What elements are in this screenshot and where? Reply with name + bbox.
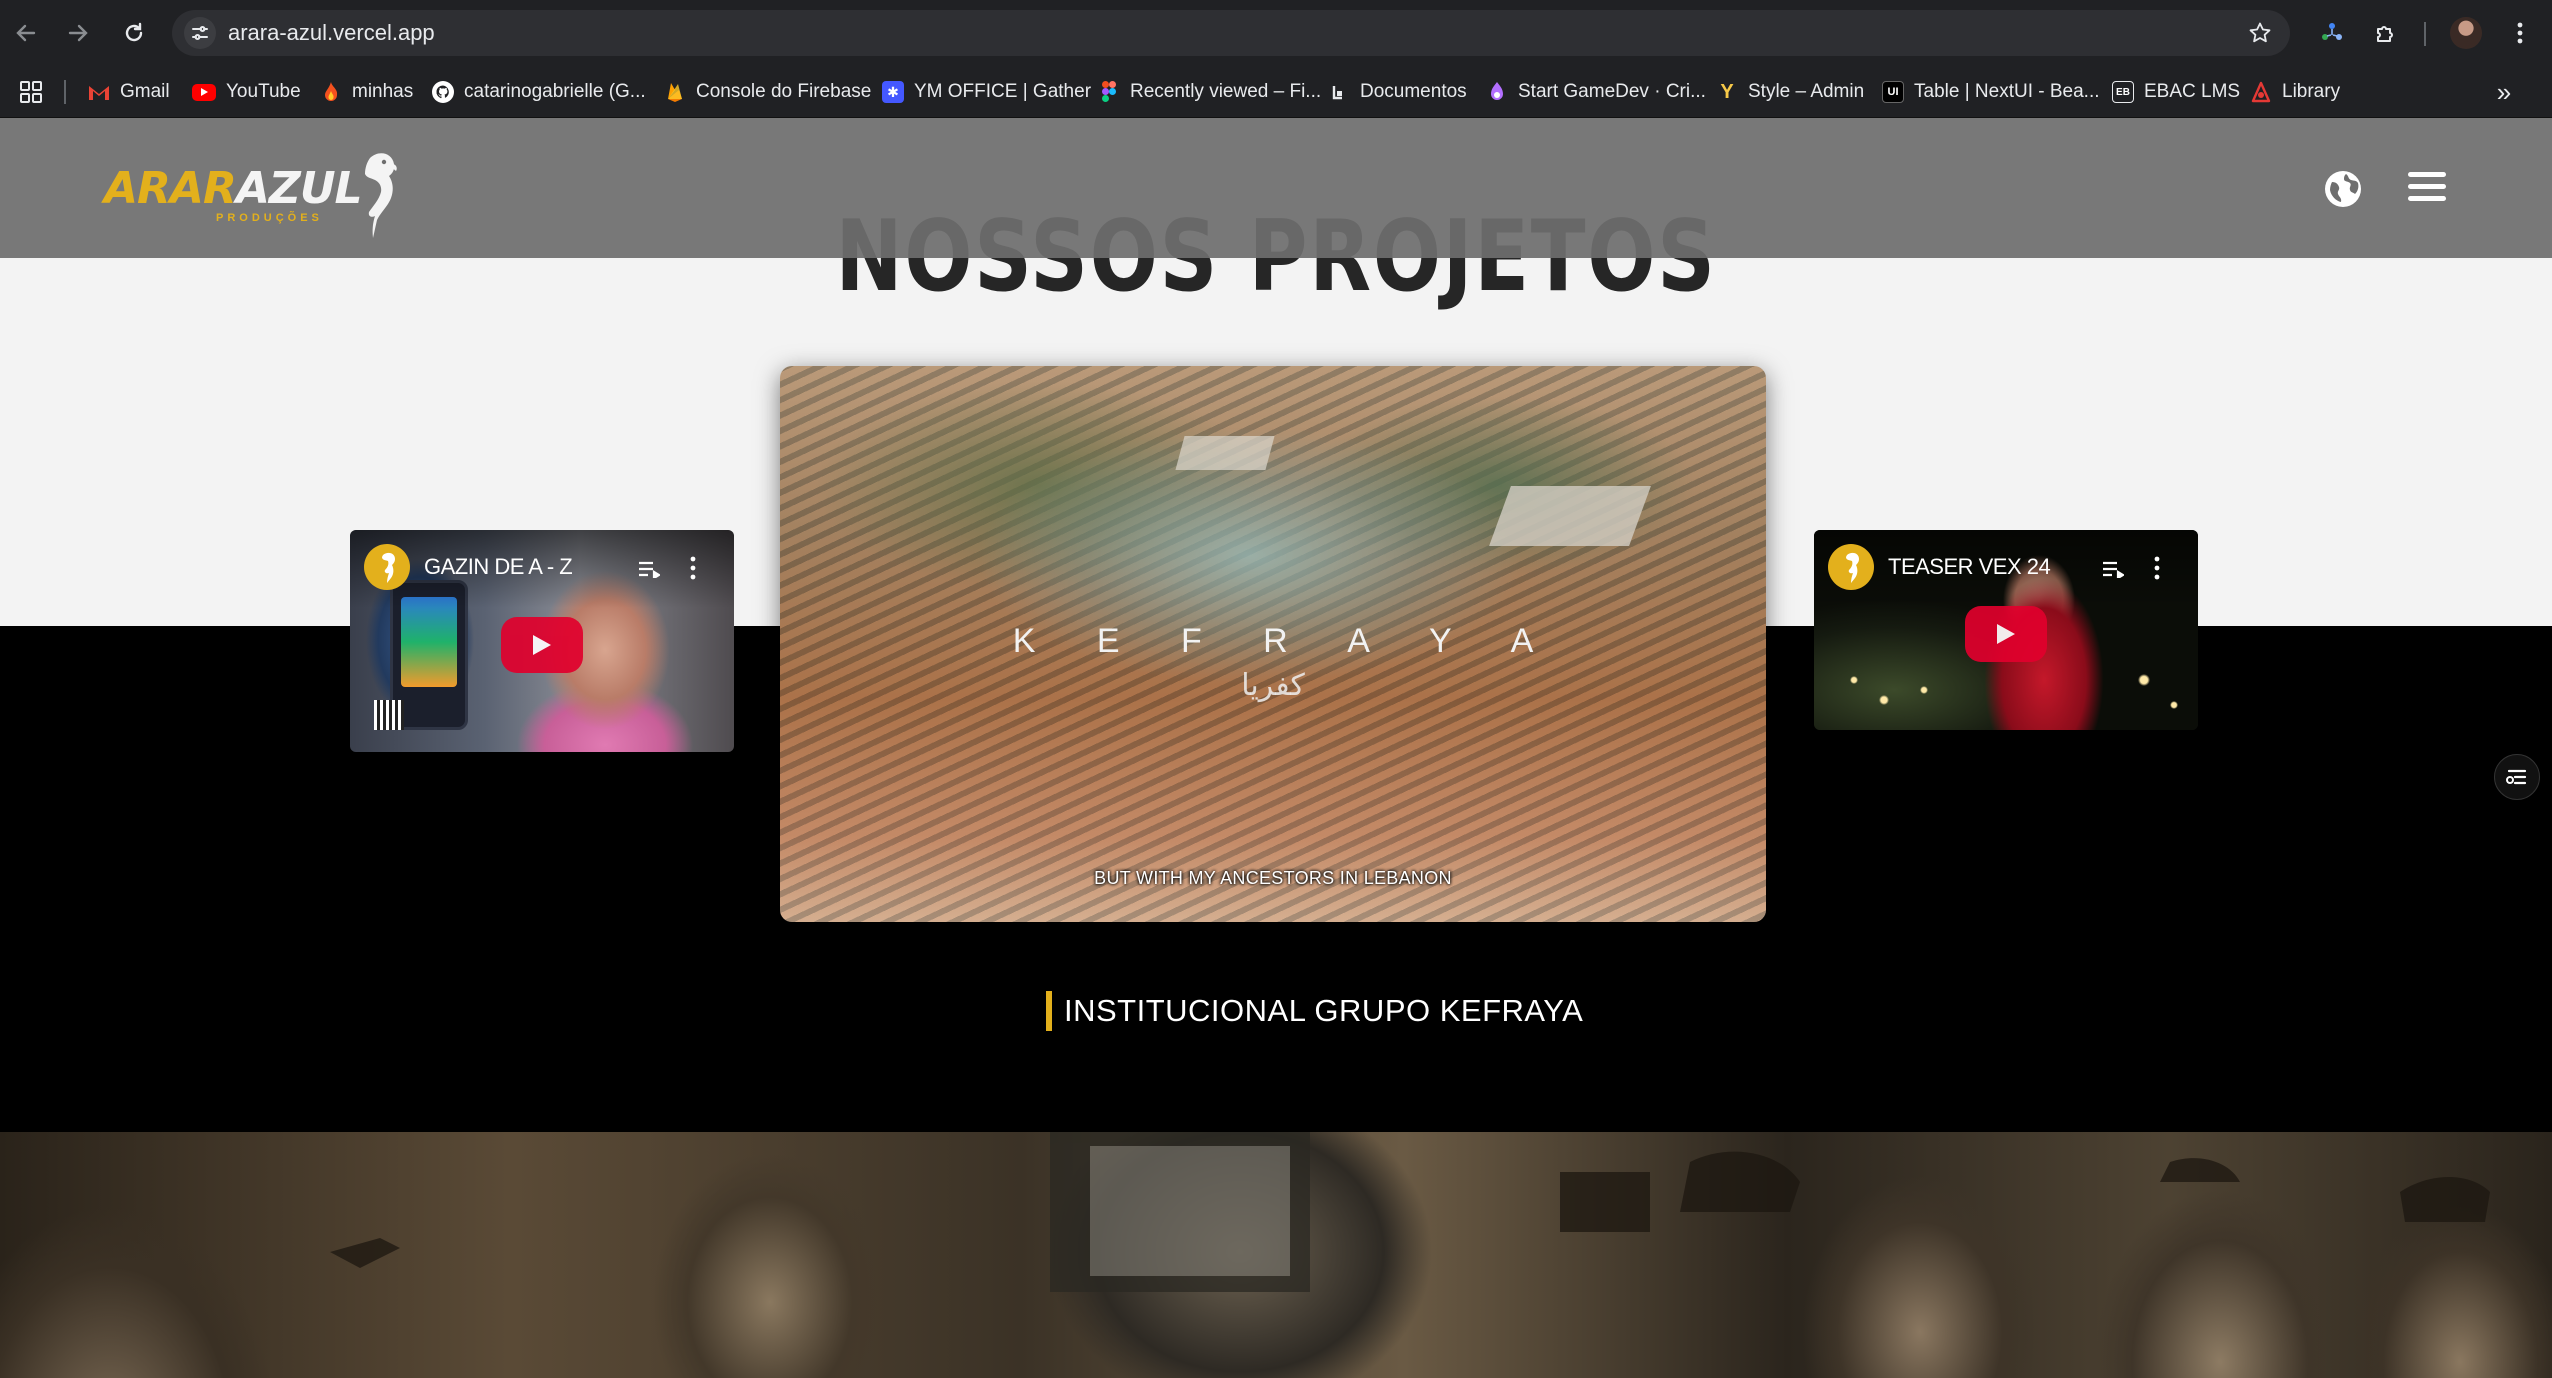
- bookmark-star-icon[interactable]: [2248, 21, 2272, 50]
- project-caption-text: INSTITUCIONAL GRUPO KEFRAYA: [1064, 993, 1584, 1028]
- building-in-frame: [1489, 486, 1651, 546]
- video-subtitle: BUT WITH MY ANCESTORS IN LEBANON: [1094, 868, 1452, 888]
- apps-grid-icon[interactable]: [18, 79, 44, 105]
- bookmark-nextui-table[interactable]: UI Table | NextUI - Bea...: [1882, 66, 2100, 118]
- firebase-icon: [664, 81, 686, 103]
- browser-menu-kebab-icon[interactable]: [2500, 13, 2540, 53]
- bookmark-figma[interactable]: Recently viewed – Fi...: [1098, 66, 1321, 118]
- site-header: ARARAZUL PRODUÇÕES: [0, 118, 2552, 258]
- play-icon: [1997, 624, 2015, 644]
- toolbar-divider: [2424, 22, 2426, 46]
- style-y-icon: Y: [1720, 80, 1734, 103]
- bookmark-youtube[interactable]: YouTube: [192, 66, 301, 118]
- figma-icon: [1098, 81, 1120, 103]
- gamedev-icon: [1486, 81, 1508, 103]
- macaw-logo-icon: [364, 153, 397, 238]
- page-content: NOSSOS PROJETOS ARARAZUL PRODUÇÕES: [0, 118, 2552, 1378]
- bookmark-gmail[interactable]: Gmail: [88, 66, 170, 118]
- profile-avatar[interactable]: [2450, 17, 2482, 49]
- forward-button[interactable]: [58, 13, 98, 53]
- youtube-play-button[interactable]: [1965, 606, 2047, 662]
- video-overlay-arabic-title: كفريا: [1241, 669, 1305, 702]
- site-logo[interactable]: ARARAZUL PRODUÇÕES: [104, 150, 400, 240]
- logo-wordmark: ARARAZUL: [104, 163, 363, 214]
- more-vert-icon[interactable]: [690, 556, 696, 580]
- bookmarks-bar: Gmail YouTube minhas catarinogabrielle (…: [0, 66, 2552, 118]
- play-icon: [533, 635, 551, 655]
- documents-icon: [1328, 81, 1350, 103]
- address-bar[interactable]: arara-azul.vercel.app: [172, 10, 2290, 56]
- bookmarks-overflow-chevron-icon[interactable]: »: [2488, 76, 2520, 108]
- video-overlay-title: K E F R A Y A: [1012, 622, 1560, 660]
- video-player-main[interactable]: K E F R A Y A كفريا BUT WITH MY ANCESTOR…: [780, 366, 1766, 922]
- qr-code-image: [374, 700, 404, 730]
- extension-puzzle-sparkle-icon[interactable]: [2312, 13, 2352, 53]
- reload-button[interactable]: [114, 13, 154, 53]
- site-info-icon[interactable]: [184, 17, 216, 49]
- team-photo-silhouettes: [330, 1132, 2490, 1292]
- github-icon: [432, 81, 454, 103]
- building-in-frame: [1175, 436, 1275, 470]
- bookmark-library[interactable]: Library: [2250, 66, 2340, 118]
- video-card-left[interactable]: GAZIN DE A - Z: [350, 530, 734, 752]
- bookmark-github[interactable]: catarinogabrielle (G...: [432, 66, 646, 118]
- library-icon: [2250, 81, 2272, 103]
- arrow-right-icon: [68, 24, 88, 42]
- url-text[interactable]: arara-azul.vercel.app: [228, 10, 435, 56]
- bookmarks-divider: [64, 80, 66, 104]
- bookmark-style-admin[interactable]: Y Style – Admin: [1716, 66, 1864, 118]
- video-card-right[interactable]: TEASER VEX 24: [1814, 530, 2198, 730]
- reload-icon: [125, 22, 143, 42]
- video-title-right[interactable]: TEASER VEX 24: [1888, 554, 2051, 580]
- bookmark-ebac-lms[interactable]: EB EBAC LMS: [2112, 66, 2240, 118]
- browser-toolbar: arara-azul.vercel.app: [0, 0, 2552, 66]
- bookmark-start-gamedev[interactable]: Start GameDev · Cri...: [1486, 66, 1706, 118]
- youtube-icon: [192, 83, 216, 101]
- more-vert-icon[interactable]: [2154, 556, 2160, 580]
- playlist-icon[interactable]: [2102, 560, 2124, 578]
- bookmark-firebase-console[interactable]: Console do Firebase: [664, 66, 871, 118]
- firebase-flame-icon: [320, 81, 342, 103]
- floating-list-icon[interactable]: [2494, 754, 2540, 800]
- ebac-icon: EB: [2112, 81, 2134, 103]
- channel-avatar-icon[interactable]: [364, 544, 410, 590]
- caption-accent-bar: [1046, 991, 1052, 1031]
- extensions-icon[interactable]: [2366, 13, 2406, 53]
- gather-icon: ✱: [882, 81, 904, 103]
- bookmark-minhas[interactable]: minhas: [320, 66, 413, 118]
- gmail-icon: [88, 81, 110, 103]
- youtube-play-button[interactable]: [501, 617, 583, 673]
- back-button[interactable]: [6, 13, 46, 53]
- project-caption: INSTITUCIONAL GRUPO KEFRAYA: [1046, 990, 1583, 1032]
- video-title-left[interactable]: GAZIN DE A - Z: [424, 554, 573, 580]
- channel-avatar-icon[interactable]: [1828, 544, 1874, 590]
- language-globe-icon[interactable]: [2322, 168, 2364, 210]
- arrow-left-icon: [16, 24, 36, 42]
- nextui-icon: UI: [1882, 81, 1904, 103]
- logo-subtitle: PRODUÇÕES: [216, 212, 323, 224]
- team-photo-banner: [0, 1132, 2552, 1378]
- bookmark-documentos[interactable]: Documentos: [1328, 66, 1467, 118]
- hamburger-menu-icon[interactable]: [2408, 172, 2446, 206]
- playlist-icon[interactable]: [638, 560, 660, 578]
- bookmark-gather[interactable]: ✱ YM OFFICE | Gather: [882, 66, 1091, 118]
